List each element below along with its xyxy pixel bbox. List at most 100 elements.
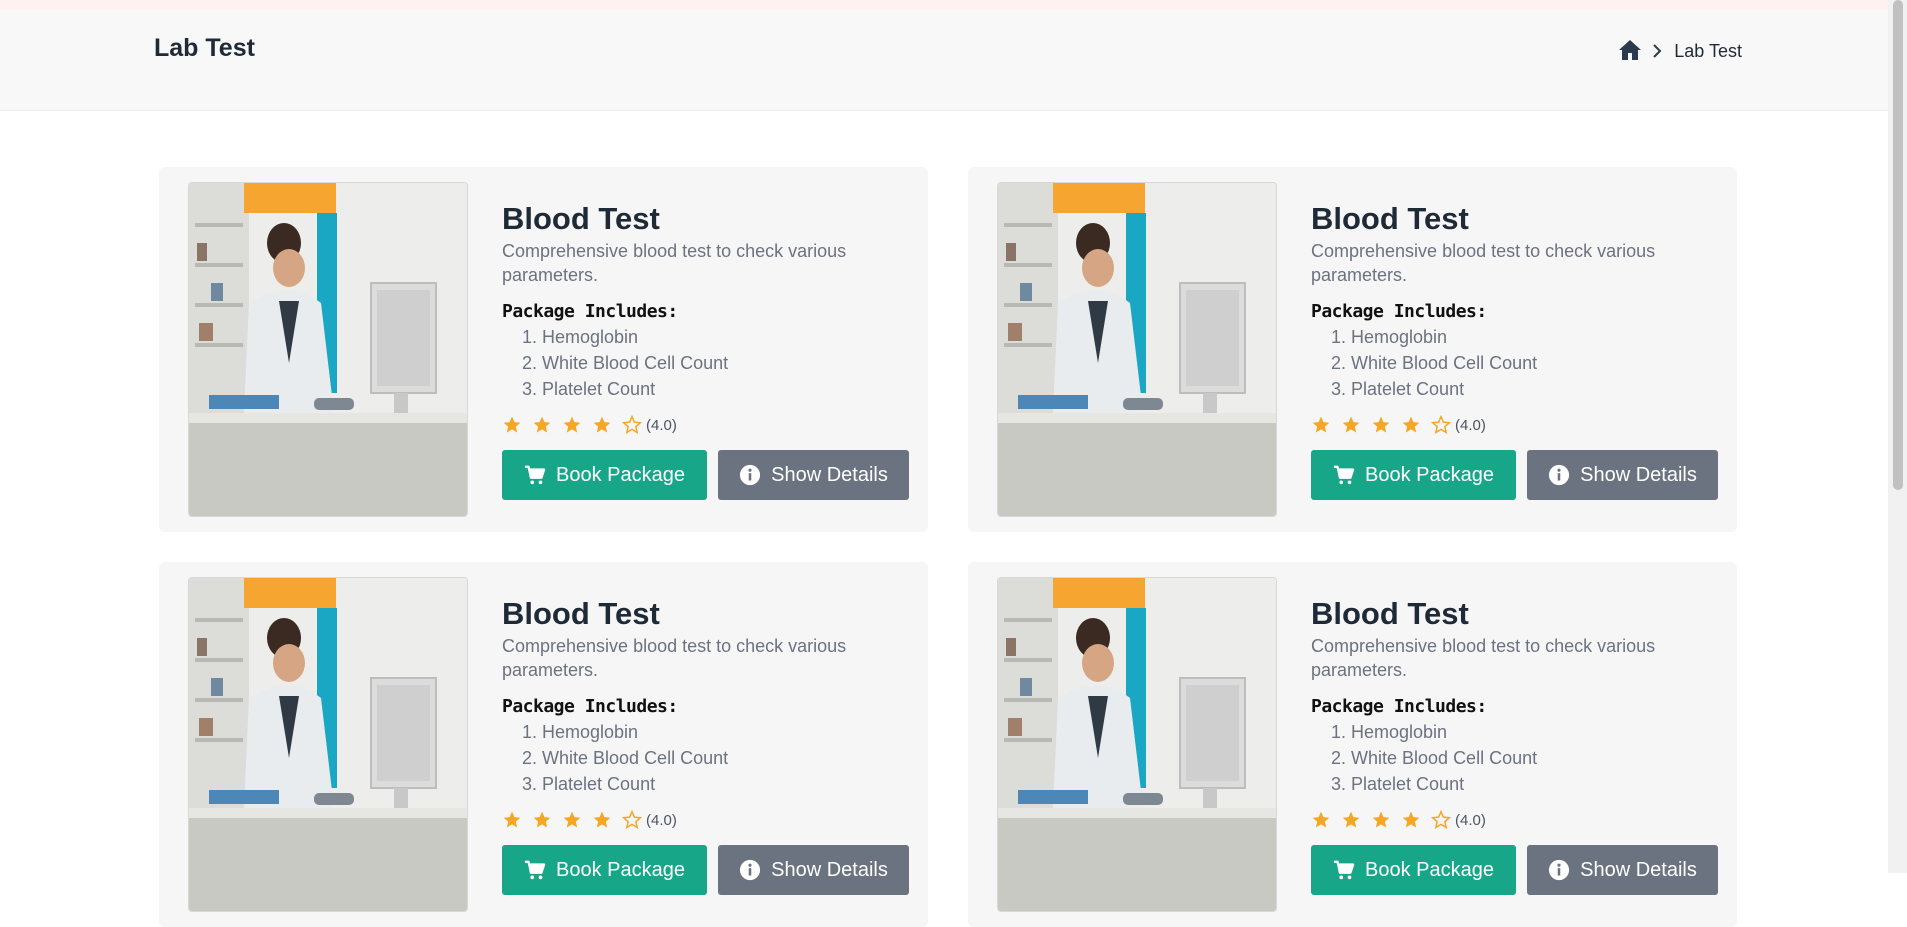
star-empty-icon: [1431, 810, 1451, 830]
star-filled-icon: [562, 415, 582, 435]
card-actions: Book Package Show Details: [1311, 450, 1721, 500]
package-items: 1. Hemoglobin 2. White Blood Cell Count …: [1311, 719, 1721, 797]
rating-value: (4.0): [646, 811, 677, 829]
star-filled-icon: [592, 810, 612, 830]
show-details-label: Show Details: [1580, 858, 1697, 881]
card-body: Blood Test Comprehensive blood test to c…: [1311, 201, 1721, 500]
list-item: 1. Hemoglobin: [522, 722, 639, 742]
rating-value: (4.0): [646, 416, 677, 434]
book-package-label: Book Package: [1365, 463, 1494, 486]
package-title: Blood Test: [1311, 201, 1469, 236]
star-filled-icon: [592, 415, 612, 435]
info-icon: [739, 859, 761, 881]
cart-icon: [524, 464, 546, 486]
list-item: 1. Hemoglobin: [1331, 327, 1448, 347]
star-filled-icon: [502, 810, 522, 830]
package-card: Blood Test Comprehensive blood test to c…: [968, 562, 1737, 927]
book-package-button[interactable]: Book Package: [502, 450, 707, 500]
list-item: 2. White Blood Cell Count: [522, 353, 729, 373]
rating-value: (4.0): [1455, 416, 1486, 434]
rating: (4.0): [502, 414, 912, 436]
lab-photo: [998, 578, 1276, 911]
rating-value: (4.0): [1455, 811, 1486, 829]
list-item: 2. White Blood Cell Count: [1331, 748, 1538, 768]
list-item: 3. Platelet Count: [522, 379, 656, 399]
package-items: 1. Hemoglobin 2. White Blood Cell Count …: [502, 324, 912, 402]
book-package-button[interactable]: Book Package: [1311, 845, 1516, 895]
show-details-label: Show Details: [771, 858, 888, 881]
rating: (4.0): [1311, 414, 1721, 436]
list-item: 3. Platelet Count: [522, 774, 656, 794]
page-header: Lab Test Lab Test: [0, 10, 1888, 111]
star-filled-icon: [502, 415, 522, 435]
card-body: Blood Test Comprehensive blood test to c…: [1311, 596, 1721, 895]
package-includes-heading: Package Includes:: [1311, 301, 1487, 322]
package-grid: Blood Test Comprehensive blood test to c…: [159, 167, 1737, 927]
package-includes-heading: Package Includes:: [502, 696, 678, 717]
show-details-button[interactable]: Show Details: [1527, 845, 1718, 895]
show-details-label: Show Details: [771, 463, 888, 486]
lab-photo: [189, 578, 467, 911]
package-items: 1. Hemoglobin 2. White Blood Cell Count …: [502, 719, 912, 797]
show-details-label: Show Details: [1580, 463, 1697, 486]
star-filled-icon: [1341, 810, 1361, 830]
star-filled-icon: [562, 810, 582, 830]
cart-icon: [524, 859, 546, 881]
show-details-button[interactable]: Show Details: [718, 845, 909, 895]
scrollbar-thumb[interactable]: [1893, 0, 1903, 490]
star-empty-icon: [622, 415, 642, 435]
star-empty-icon: [1431, 415, 1451, 435]
star-filled-icon: [1371, 810, 1391, 830]
page-title: Lab Test: [154, 34, 255, 62]
star-filled-icon: [1401, 415, 1421, 435]
card-actions: Book Package Show Details: [502, 450, 912, 500]
top-strip: [0, 0, 1888, 10]
package-title: Blood Test: [1311, 596, 1469, 631]
breadcrumb: Lab Test: [1618, 39, 1742, 63]
card-actions: Book Package Show Details: [502, 845, 912, 895]
star-filled-icon: [1341, 415, 1361, 435]
lab-photo: [998, 183, 1276, 516]
star-filled-icon: [1401, 810, 1421, 830]
list-item: 1. Hemoglobin: [522, 327, 639, 347]
cart-icon: [1333, 464, 1355, 486]
info-icon: [1548, 859, 1570, 881]
lab-photo: [189, 183, 467, 516]
package-card: Blood Test Comprehensive blood test to c…: [159, 562, 928, 927]
package-description: Comprehensive blood test to check variou…: [1311, 636, 1656, 680]
book-package-label: Book Package: [556, 463, 685, 486]
package-includes-heading: Package Includes:: [502, 301, 678, 322]
star-filled-icon: [1311, 810, 1331, 830]
package-card: Blood Test Comprehensive blood test to c…: [968, 167, 1737, 532]
package-includes-heading: Package Includes:: [1311, 696, 1487, 717]
rating: (4.0): [1311, 809, 1721, 831]
card-body: Blood Test Comprehensive blood test to c…: [502, 596, 912, 895]
info-icon: [1548, 464, 1570, 486]
breadcrumb-current: Lab Test: [1674, 40, 1742, 61]
package-card: Blood Test Comprehensive blood test to c…: [159, 167, 928, 532]
list-item: 1. Hemoglobin: [1331, 722, 1448, 742]
star-filled-icon: [532, 415, 552, 435]
list-item: 3. Platelet Count: [1331, 774, 1465, 794]
package-description: Comprehensive blood test to check variou…: [502, 241, 847, 285]
list-item: 2. White Blood Cell Count: [1331, 353, 1538, 373]
book-package-button[interactable]: Book Package: [1311, 450, 1516, 500]
list-item: 3. Platelet Count: [1331, 379, 1465, 399]
show-details-button[interactable]: Show Details: [718, 450, 909, 500]
star-filled-icon: [532, 810, 552, 830]
home-icon[interactable]: [1618, 39, 1642, 63]
card-body: Blood Test Comprehensive blood test to c…: [502, 201, 912, 500]
star-filled-icon: [1371, 415, 1391, 435]
book-package-label: Book Package: [1365, 858, 1494, 881]
info-icon: [739, 464, 761, 486]
cart-icon: [1333, 859, 1355, 881]
star-filled-icon: [1311, 415, 1331, 435]
list-item: 2. White Blood Cell Count: [522, 748, 729, 768]
show-details-button[interactable]: Show Details: [1527, 450, 1718, 500]
package-items: 1. Hemoglobin 2. White Blood Cell Count …: [1311, 324, 1721, 402]
rating: (4.0): [502, 809, 912, 831]
package-description: Comprehensive blood test to check variou…: [502, 636, 847, 680]
book-package-label: Book Package: [556, 858, 685, 881]
book-package-button[interactable]: Book Package: [502, 845, 707, 895]
star-empty-icon: [622, 810, 642, 830]
